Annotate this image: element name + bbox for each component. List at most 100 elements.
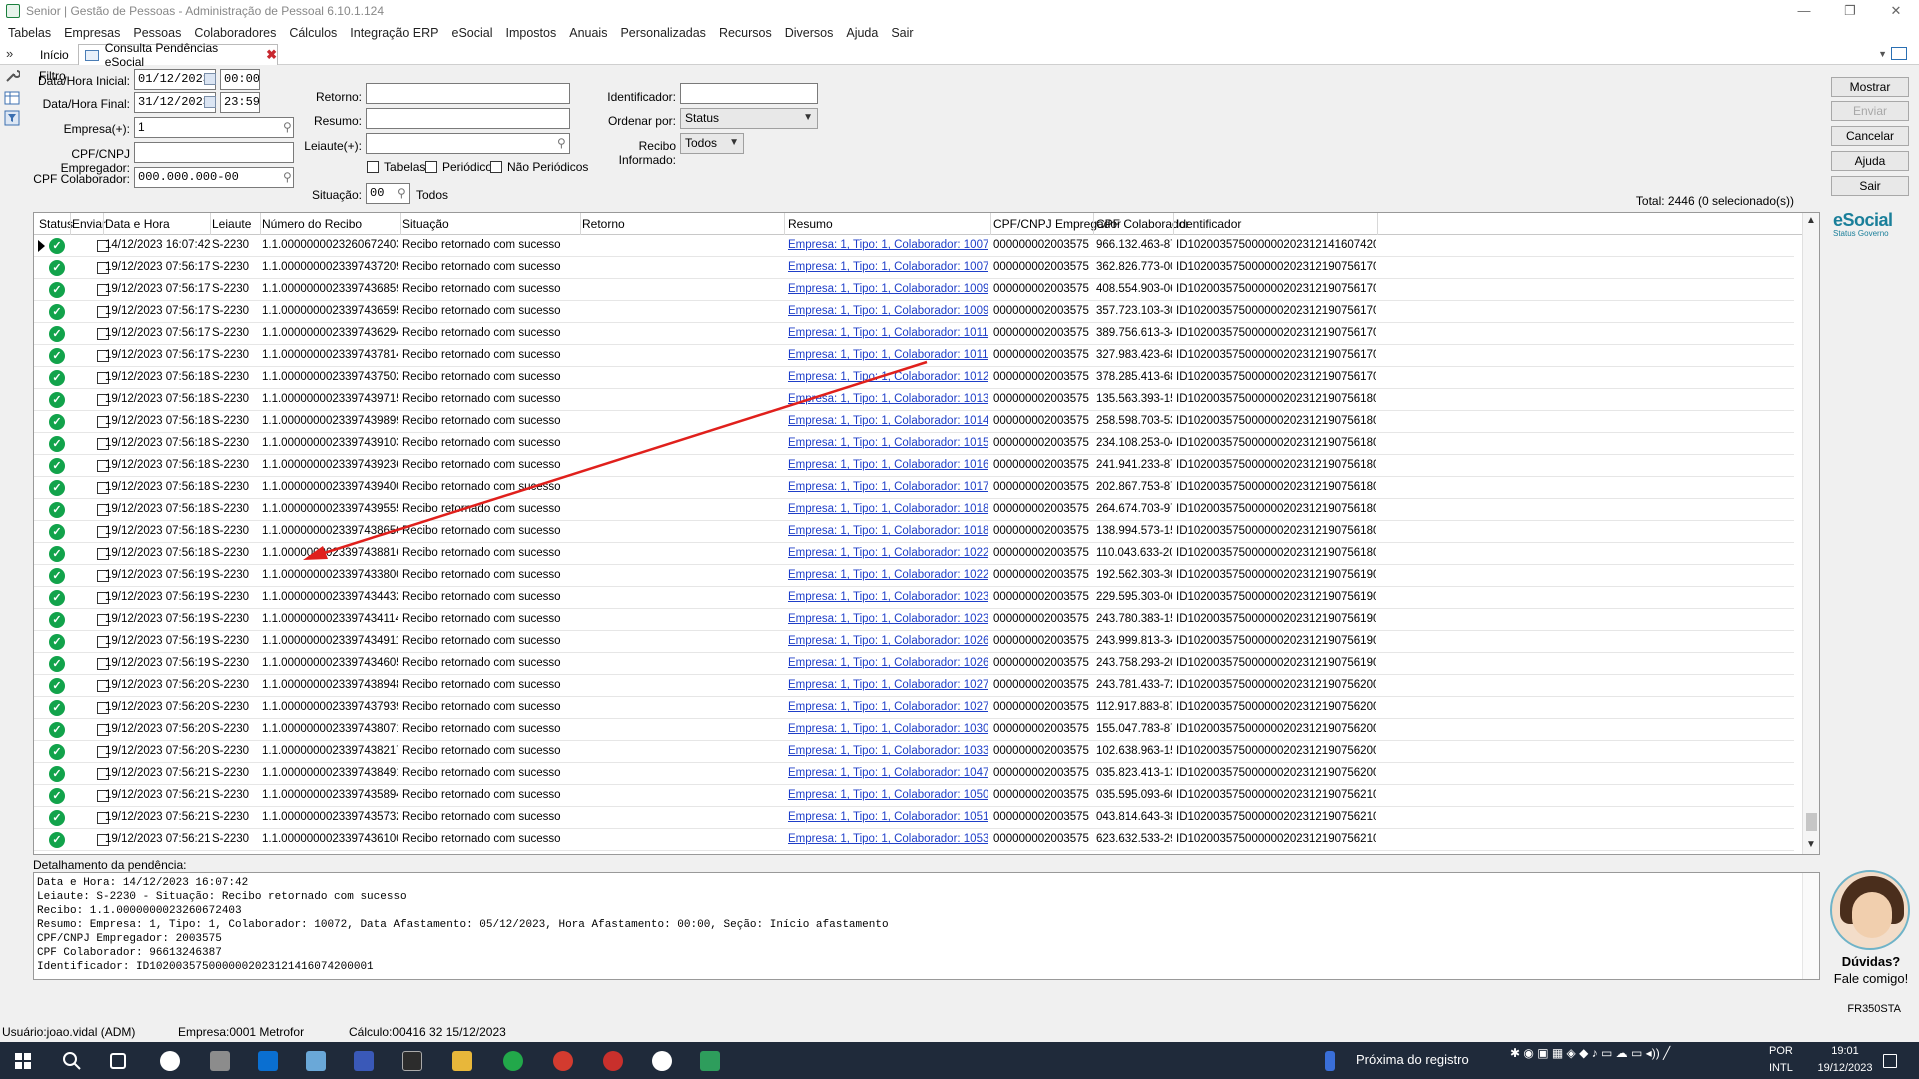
- table-row[interactable]: ✓ 19/12/2023 07:56:21 S-2230 1.1.0000000023…: [34, 807, 1794, 829]
- table-row[interactable]: ✓ 19/12/2023 07:56:20 S-2230 1.1.0000000023…: [34, 697, 1794, 719]
- cell-resumo-link[interactable]: Empresa: 1, Tipo: 1, Colaborador: 10233,…: [788, 591, 988, 603]
- cell-resumo-link[interactable]: Empresa: 1, Tipo: 1, Colaborador: 10186,…: [788, 503, 988, 515]
- periodicos-checkbox[interactable]: Periódicos: [425, 160, 498, 174]
- maximize-button[interactable]: ❐: [1827, 0, 1873, 22]
- enviar-button[interactable]: Enviar: [1831, 101, 1909, 121]
- empresa-input[interactable]: 1: [134, 117, 294, 138]
- hora-final-input[interactable]: 23:59: [220, 92, 260, 113]
- filter-icon[interactable]: [4, 110, 20, 126]
- menu-item-12[interactable]: Ajuda: [846, 26, 878, 40]
- menu-item-3[interactable]: Colaboradores: [194, 26, 276, 40]
- table-row[interactable]: ✓ 14/12/2023 16:07:42 S-2230 1.1.0000000023…: [34, 235, 1794, 257]
- menu-item-13[interactable]: Sair: [891, 26, 913, 40]
- expand-panel-icon[interactable]: »: [6, 46, 13, 61]
- identificador-input[interactable]: [680, 83, 818, 104]
- menu-item-1[interactable]: Empresas: [64, 26, 120, 40]
- app-red-circle-icon[interactable]: [160, 1051, 180, 1071]
- task-view-icon[interactable]: [110, 1053, 126, 1069]
- cell-resumo-link[interactable]: Empresa: 1, Tipo: 1, Colaborador: 10502,…: [788, 789, 988, 801]
- table-row[interactable]: ✓ 19/12/2023 07:56:17 S-2230 1.1.0000000023…: [34, 345, 1794, 367]
- menu-item-4[interactable]: Cálculos: [289, 26, 337, 40]
- search-icon[interactable]: ⚲: [397, 187, 410, 200]
- cell-resumo-link[interactable]: Empresa: 1, Tipo: 1, Colaborador: 10268,…: [788, 657, 988, 669]
- app-store-icon[interactable]: [258, 1051, 278, 1071]
- app-computer-icon[interactable]: [210, 1051, 230, 1071]
- table-row[interactable]: ✓ 19/12/2023 07:56:18 S-2230 1.1.0000000023…: [34, 411, 1794, 433]
- terminal-icon[interactable]: [402, 1051, 422, 1071]
- cell-resumo-link[interactable]: Empresa: 1, Tipo: 1, Colaborador: 10078,…: [788, 261, 988, 273]
- cell-resumo-link[interactable]: Empresa: 1, Tipo: 1, Colaborador: 10098,…: [788, 305, 988, 317]
- restore-window-icon[interactable]: [1891, 47, 1907, 60]
- minimize-button[interactable]: —: [1781, 0, 1827, 22]
- assistant-avatar[interactable]: [1830, 870, 1910, 950]
- column-header-1[interactable]: Enviar: [72, 217, 106, 231]
- tabelas-checkbox[interactable]: Tabelas: [367, 160, 425, 174]
- cell-resumo-link[interactable]: Empresa: 1, Tipo: 1, Colaborador: 10307,…: [788, 723, 988, 735]
- table-row[interactable]: ✓ 19/12/2023 07:56:21 S-2230 1.1.0000000023…: [34, 763, 1794, 785]
- app-remote-desktop-icon[interactable]: [354, 1051, 374, 1071]
- cell-resumo-link[interactable]: Empresa: 1, Tipo: 1, Colaborador: 10263,…: [788, 635, 988, 647]
- ordenar-select[interactable]: Status ▼: [680, 108, 818, 129]
- keyboard-layout[interactable]: INTL: [1769, 1062, 1793, 1074]
- column-header-7[interactable]: Resumo: [788, 217, 833, 231]
- chevron-down-icon[interactable]: ▼: [1878, 49, 1887, 59]
- column-header-6[interactable]: Retorno: [582, 217, 625, 231]
- leiaute-input[interactable]: [366, 133, 570, 154]
- taskbar-next-record[interactable]: Próxima do registro: [1356, 1052, 1469, 1067]
- table-row[interactable]: ✓ 19/12/2023 07:56:19 S-2230 1.1.0000000023…: [34, 609, 1794, 631]
- table-row[interactable]: ✓ 19/12/2023 07:56:20 S-2230 1.1.0000000023…: [34, 675, 1794, 697]
- ajuda-button[interactable]: Ajuda: [1831, 151, 1909, 171]
- table-row[interactable]: ✓ 19/12/2023 07:56:19 S-2230 1.1.0000000023…: [34, 631, 1794, 653]
- table-row[interactable]: ✓ 19/12/2023 07:56:20 S-2230 1.1.0000000023…: [34, 719, 1794, 741]
- wrench-icon[interactable]: [4, 68, 20, 84]
- table-row[interactable]: ✓ 19/12/2023 07:56:21 S-2230 1.1.0000000023…: [34, 785, 1794, 807]
- cell-resumo-link[interactable]: Empresa: 1, Tipo: 1, Colaborador: 10168,…: [788, 459, 988, 471]
- clock-date[interactable]: 19/12/2023: [1815, 1062, 1875, 1074]
- table-row[interactable]: ✓ 19/12/2023 07:56:18 S-2230 1.1.0000000023…: [34, 389, 1794, 411]
- menu-item-7[interactable]: Impostos: [506, 26, 557, 40]
- cell-resumo-link[interactable]: Empresa: 1, Tipo: 1, Colaborador: 10339,…: [788, 745, 988, 757]
- search-icon[interactable]: [62, 1051, 82, 1071]
- cell-resumo-link[interactable]: Empresa: 1, Tipo: 1, Colaborador: 10126,…: [788, 371, 988, 383]
- menu-item-0[interactable]: Tabelas: [8, 26, 51, 40]
- cell-resumo-link[interactable]: Empresa: 1, Tipo: 1, Colaborador: 10510,…: [788, 811, 988, 823]
- scroll-up-icon[interactable]: ▲: [1806, 215, 1816, 226]
- cpf-colaborador-input[interactable]: 000.000.000-00: [134, 167, 294, 188]
- menu-item-11[interactable]: Diversos: [785, 26, 834, 40]
- cell-resumo-link[interactable]: Empresa: 1, Tipo: 1, Colaborador: 10174,…: [788, 481, 988, 493]
- table-row[interactable]: ✓ 19/12/2023 07:56:18 S-2230 1.1.0000000023…: [34, 543, 1794, 565]
- cell-resumo-link[interactable]: Empresa: 1, Tipo: 1, Colaborador: 10111,…: [788, 327, 988, 339]
- file-explorer-icon[interactable]: [452, 1051, 472, 1071]
- table-row[interactable]: ✓ 19/12/2023 07:56:18 S-2230 1.1.0000000023…: [34, 367, 1794, 389]
- menu-item-2[interactable]: Pessoas: [133, 26, 181, 40]
- table-row[interactable]: ✓ 19/12/2023 07:56:19 S-2230 1.1.0000000023…: [34, 653, 1794, 675]
- hora-inicial-input[interactable]: 00:00: [220, 69, 260, 90]
- scroll-thumb[interactable]: [1806, 813, 1817, 831]
- chrome-profile-icon[interactable]: [553, 1051, 573, 1071]
- column-header-5[interactable]: Situação: [402, 217, 449, 231]
- menu-item-9[interactable]: Personalizadas: [620, 26, 705, 40]
- app-notes-icon[interactable]: [306, 1051, 326, 1071]
- table-row[interactable]: ✓ 19/12/2023 07:56:17 S-2230 1.1.0000000023…: [34, 257, 1794, 279]
- column-header-0[interactable]: Status: [39, 217, 73, 231]
- table-row[interactable]: ✓ 19/12/2023 07:56:18 S-2230 1.1.0000000023…: [34, 477, 1794, 499]
- app-gear-red-icon[interactable]: [603, 1051, 623, 1071]
- table-row[interactable]: ✓ 19/12/2023 07:56:18 S-2230 1.1.0000000023…: [34, 499, 1794, 521]
- cancelar-button[interactable]: Cancelar: [1831, 126, 1909, 146]
- table-row[interactable]: ✓ 19/12/2023 07:56:21 S-2230 1.1.0000000023…: [34, 829, 1794, 851]
- table-row[interactable]: ✓ 19/12/2023 07:56:18 S-2230 1.1.0000000023…: [34, 521, 1794, 543]
- table-row[interactable]: ✓ 19/12/2023 07:56:18 S-2230 1.1.0000000023…: [34, 433, 1794, 455]
- table-icon[interactable]: [4, 90, 20, 106]
- cell-resumo-link[interactable]: Empresa: 1, Tipo: 1, Colaborador: 10275,…: [788, 701, 988, 713]
- cell-resumo-link[interactable]: Empresa: 1, Tipo: 1, Colaborador: 10151,…: [788, 437, 988, 449]
- app-robot-icon[interactable]: [652, 1051, 672, 1071]
- cell-resumo-link[interactable]: Empresa: 1, Tipo: 1, Colaborador: 10096,…: [788, 283, 988, 295]
- senior-app-icon[interactable]: [700, 1051, 720, 1071]
- column-header-2[interactable]: Data e Hora: [105, 217, 170, 231]
- retorno-input[interactable]: [366, 83, 570, 104]
- menu-item-8[interactable]: Anuais: [569, 26, 607, 40]
- cell-resumo-link[interactable]: Empresa: 1, Tipo: 1, Colaborador: 10220,…: [788, 547, 988, 559]
- menu-item-5[interactable]: Integração ERP: [350, 26, 438, 40]
- cell-resumo-link[interactable]: Empresa: 1, Tipo: 1, Colaborador: 10072,…: [788, 239, 988, 251]
- language-code[interactable]: POR: [1769, 1045, 1793, 1057]
